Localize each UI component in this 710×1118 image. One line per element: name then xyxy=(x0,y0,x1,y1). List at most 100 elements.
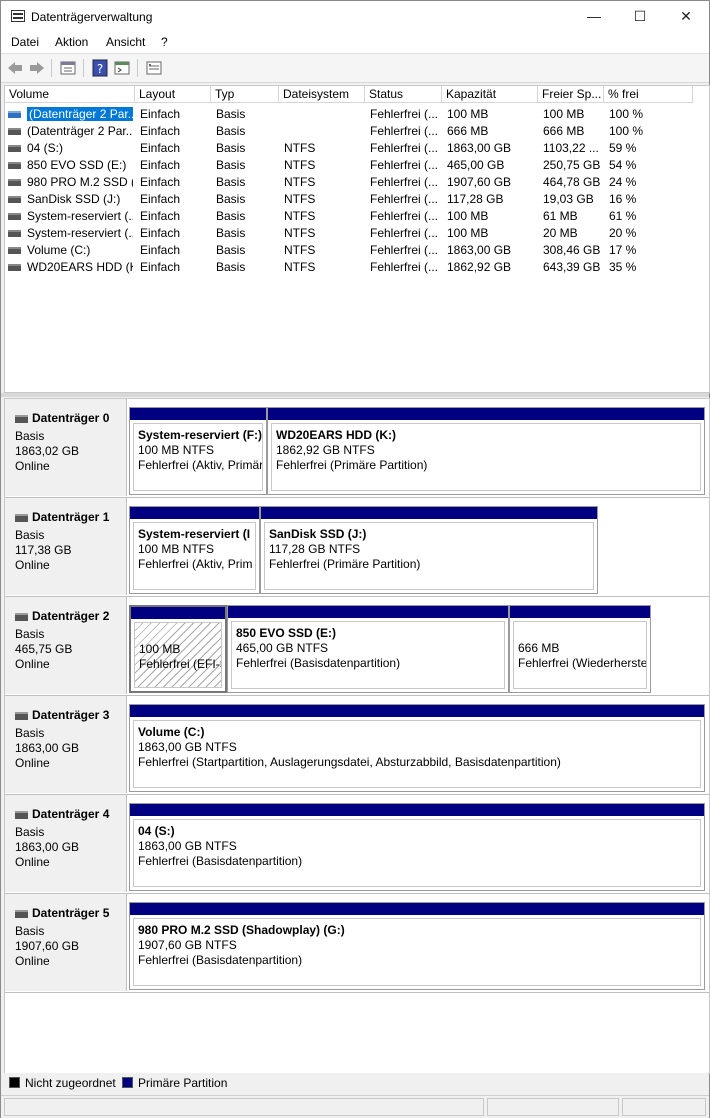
legend: Nicht zugeordnet Primäre Partition xyxy=(4,1073,708,1093)
menu-aktion[interactable]: Aktion xyxy=(55,35,88,49)
table-cell: Fehlerfrei (... xyxy=(370,174,443,191)
cell-text: NTFS xyxy=(284,260,316,274)
volume-icon xyxy=(8,162,21,169)
minimize-button[interactable]: — xyxy=(571,1,617,32)
table-cell: Fehlerfrei (... xyxy=(370,208,443,225)
column-header-prozent-frei[interactable]: % frei xyxy=(604,86,693,103)
partition-size: 1863,00 GB NTFS xyxy=(138,839,237,853)
table-cell: Einfach xyxy=(140,157,212,174)
cell-text: 24 % xyxy=(609,175,637,189)
table-row[interactable]: SanDisk SSD (J:) Einfach Basis NTFS Fehlerfr… xyxy=(5,191,709,208)
partition-block[interactable]: 850 EVO SSD (E:) 465,00 GB NTFS Fehlerfrei… xyxy=(227,605,509,693)
disk-label[interactable]: Datenträger 5 Basis 1907,60 GB Online xyxy=(5,894,127,991)
column-header-layout[interactable]: Layout xyxy=(135,86,211,103)
table-row[interactable]: Volume (C:) Einfach Basis NTFS Fehlerfrei (.… xyxy=(5,242,709,259)
table-cell: Basis xyxy=(216,208,280,225)
disk-label[interactable]: Datenträger 2 Basis 465,75 GB Online xyxy=(5,597,127,694)
menu-help[interactable]: ? xyxy=(161,35,168,49)
status-pane-main xyxy=(4,1098,484,1116)
column-header-dateisystem[interactable]: Dateisystem xyxy=(279,86,365,103)
disk-label[interactable]: Datenträger 1 Basis 117,38 GB Online xyxy=(5,498,127,595)
partition-block[interactable]: 980 PRO M.2 SSD (Shadowplay) (G:) 1907,60… xyxy=(129,902,705,990)
properties-icon[interactable] xyxy=(59,59,77,77)
forward-icon[interactable] xyxy=(28,59,46,77)
table-cell: Fehlerfrei (... xyxy=(370,259,443,276)
table-cell: System-reserviert (... xyxy=(27,225,133,242)
disk-icon xyxy=(15,810,28,819)
volume-icon xyxy=(8,247,21,254)
partition-block[interactable]: 100 MB Fehlerfrei (EFI-S xyxy=(129,605,227,693)
table-cell: Basis xyxy=(216,225,280,242)
table-cell: WD20EARS HDD (K:) xyxy=(27,259,133,276)
table-cell: NTFS xyxy=(284,157,366,174)
partition-status: Fehlerfrei (Primäre Partition) xyxy=(276,458,428,472)
partition-name: WD20EARS HDD (K:) xyxy=(276,428,396,442)
table-cell: NTFS xyxy=(284,191,366,208)
table-cell: Basis xyxy=(216,191,280,208)
column-header-kapazitaet[interactable]: Kapazität xyxy=(442,86,538,103)
table-cell: 850 EVO SSD (E:) xyxy=(27,157,133,174)
cell-text: Basis xyxy=(216,141,246,155)
table-row[interactable]: (Datenträger 2 Par... Einfach Basis Fehlerf… xyxy=(5,106,709,123)
partition-body: 04 (S:) 1863,00 GB NTFS Fehlerfrei (Basisd… xyxy=(133,819,701,887)
table-cell: Basis xyxy=(216,174,280,191)
volume-icon xyxy=(8,213,21,220)
table-row[interactable]: WD20EARS HDD (K:) Einfach Basis NTFS Fehlerf… xyxy=(5,259,709,276)
cell-text: Basis xyxy=(216,107,246,121)
partition-block[interactable]: 666 MB Fehlerfrei (Wiederherste xyxy=(509,605,651,693)
cell-text: NTFS xyxy=(284,141,316,155)
column-header-status[interactable]: Status xyxy=(365,86,442,103)
pane-splitter[interactable] xyxy=(1,393,709,397)
table-cell: Fehlerfrei (... xyxy=(370,242,443,259)
cell-text: Einfach xyxy=(140,209,181,223)
table-row[interactable]: 850 EVO SSD (E:) Einfach Basis NTFS Fehlerfr… xyxy=(5,157,709,174)
partition-block[interactable]: SanDisk SSD (J:) 117,28 GB NTFS Fehlerfrei… xyxy=(260,506,598,594)
table-cell: 24 % xyxy=(609,174,693,191)
table-row[interactable]: System-reserviert (... Einfach Basis NTFS Fe… xyxy=(5,208,709,225)
cell-text: 100 MB xyxy=(543,107,585,121)
cell-text: 19,03 GB xyxy=(543,192,594,206)
console-icon[interactable] xyxy=(113,59,131,77)
partition-size: 100 MB xyxy=(139,642,181,656)
disk-label[interactable]: Datenträger 0 Basis 1863,02 GB Online xyxy=(5,399,127,496)
partition-block[interactable]: Volume (C:) 1863,00 GB NTFS Fehlerfrei (St… xyxy=(129,704,705,792)
close-button[interactable]: ✕ xyxy=(663,1,709,32)
settings-icon[interactable] xyxy=(145,59,163,77)
disk-label[interactable]: Datenträger 3 Basis 1863,00 GB Online xyxy=(5,696,127,793)
legend-label-unallocated: Nicht zugeordnet xyxy=(25,1076,116,1090)
partition-block[interactable]: System-reserviert (I 100 MB NTFS Fehlerfre… xyxy=(129,506,260,594)
partition-type-bar xyxy=(131,607,225,619)
menu-datei[interactable]: Datei xyxy=(11,35,39,49)
volume-list[interactable]: Volume Layout Typ Dateisystem Status Kap… xyxy=(4,85,710,393)
volume-icon xyxy=(8,128,21,135)
disk-label[interactable]: Datenträger 4 Basis 1863,00 GB Online xyxy=(5,795,127,892)
partition-name: System-reserviert (F:) xyxy=(138,428,263,442)
table-cell: NTFS xyxy=(284,140,366,157)
partition-block[interactable]: WD20EARS HDD (K:) 1862,92 GB NTFS Fehlerfr… xyxy=(267,407,705,495)
column-header-typ[interactable]: Typ xyxy=(211,86,279,103)
menu-ansicht[interactable]: Ansicht xyxy=(106,35,145,49)
table-row[interactable]: 04 (S:) Einfach Basis NTFS Fehlerfrei (... 18… xyxy=(5,140,709,157)
table-row[interactable]: (Datenträger 2 Par... Einfach Basis Fehlerf… xyxy=(5,123,709,140)
toolbar-separator xyxy=(83,59,84,77)
cell-text: SanDisk SSD (J:) xyxy=(27,192,121,206)
help-icon[interactable]: ? xyxy=(91,59,109,77)
partition-block[interactable]: System-reserviert (F:) 100 MB NTFS Fehlerf… xyxy=(129,407,267,495)
table-row[interactable]: 980 PRO M.2 SSD (... Einfach Basis NTFS Fehl… xyxy=(5,174,709,191)
cell-text: Basis xyxy=(216,226,246,240)
cell-text: Basis xyxy=(216,260,246,274)
disk-row: Datenträger 1 Basis 117,38 GB Online System-… xyxy=(5,498,709,597)
disk-size: 1863,02 GB xyxy=(15,444,80,458)
back-icon[interactable] xyxy=(6,59,24,77)
column-header-volume[interactable]: Volume xyxy=(5,86,135,103)
table-cell: NTFS xyxy=(284,174,366,191)
cell-text: 16 % xyxy=(609,192,637,206)
cell-text: WD20EARS HDD (K:) xyxy=(27,260,133,274)
cell-text: Basis xyxy=(216,209,246,223)
disk-type: Basis xyxy=(15,627,45,641)
disk-status: Online xyxy=(15,459,50,473)
maximize-button[interactable]: ☐ xyxy=(617,1,663,32)
column-header-freier-speicher[interactable]: Freier Sp... xyxy=(538,86,604,103)
table-row[interactable]: System-reserviert (... Einfach Basis NTFS Fe… xyxy=(5,225,709,242)
partition-block[interactable]: 04 (S:) 1863,00 GB NTFS Fehlerfrei (Basisd… xyxy=(129,803,705,891)
